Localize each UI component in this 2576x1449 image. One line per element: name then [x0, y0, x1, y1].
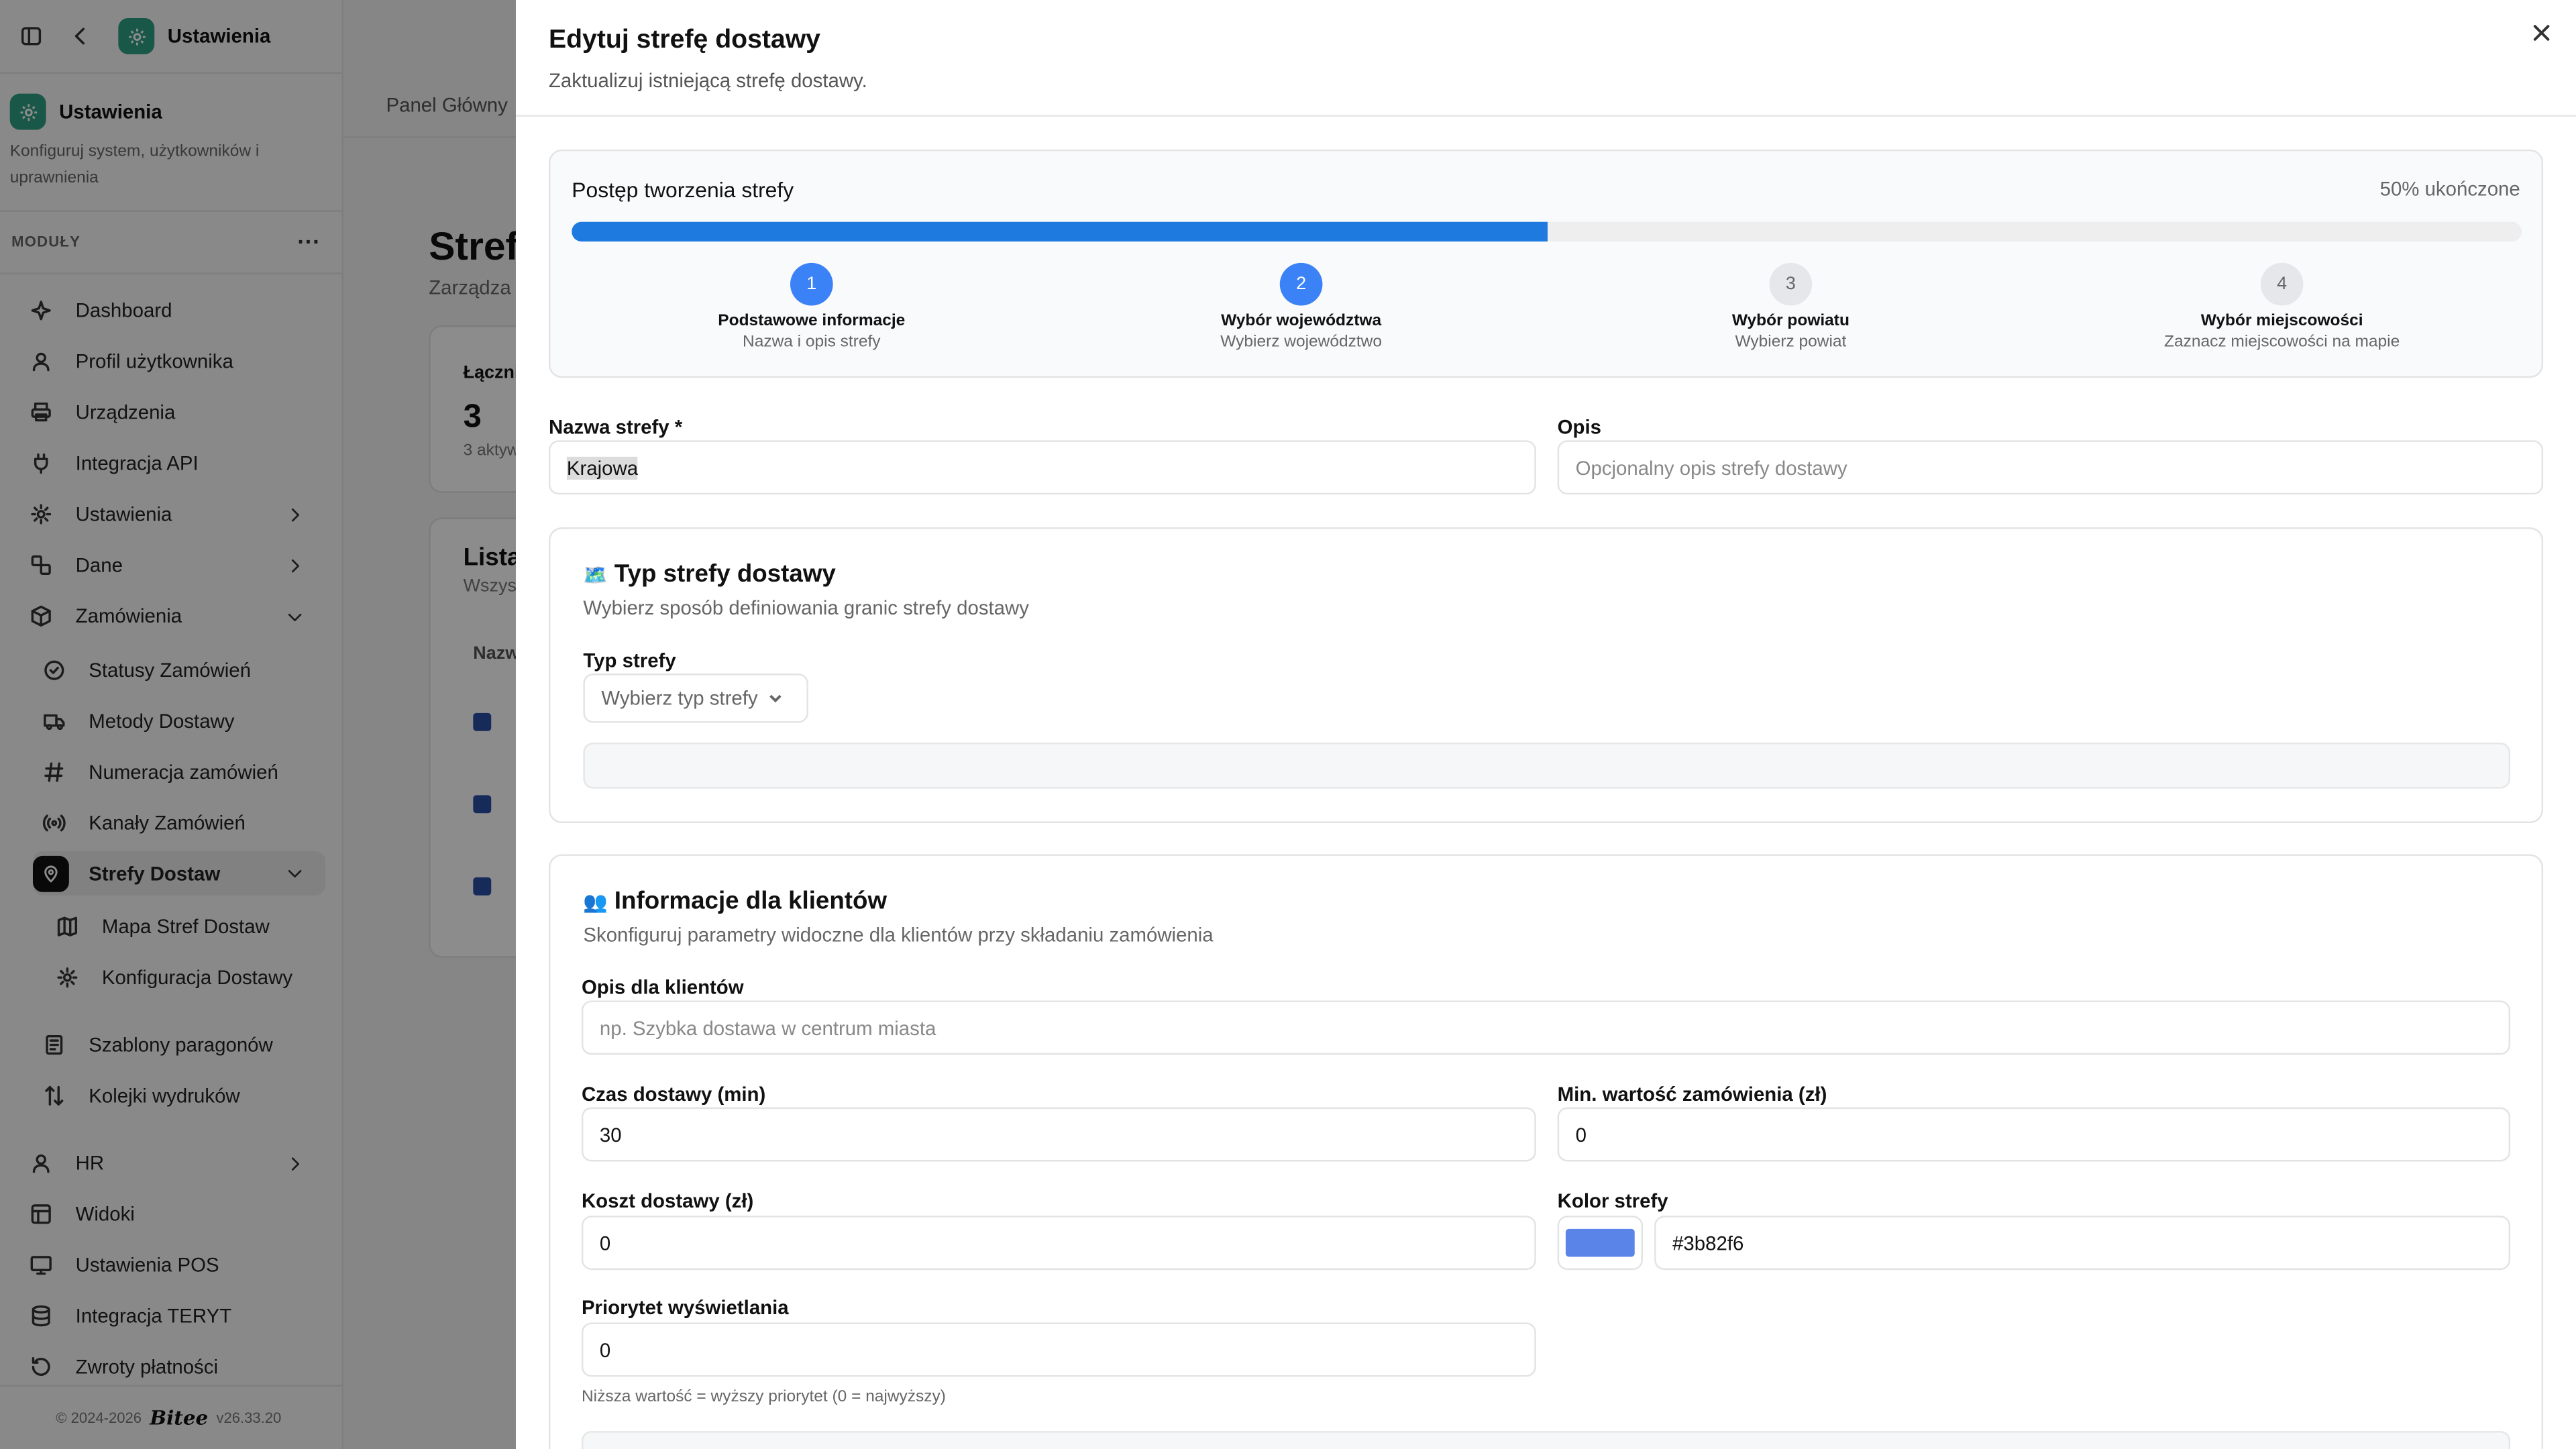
close-icon[interactable] — [2530, 21, 2553, 44]
color-picker[interactable] — [1557, 1216, 1643, 1271]
client-description-input[interactable]: np. Szybka dostawa w centrum miasta — [581, 1000, 2511, 1055]
section-title-text: Informacje dla klientów — [614, 887, 888, 916]
zone-type-select[interactable]: Wybierz typ strefy — [583, 674, 808, 723]
zone-color-label: Kolor strefy — [1557, 1189, 1668, 1213]
delivery-cost-label: Koszt dostawy (zł) — [581, 1189, 754, 1213]
min-order-input[interactable]: 0 — [1557, 1107, 2511, 1162]
users-emoji-icon: 👥 — [583, 890, 608, 913]
step-title: Wybór miejscowości — [2200, 312, 2363, 331]
delivery-cost-input[interactable]: 0 — [581, 1216, 1536, 1271]
map-emoji-icon: 🗺️ — [583, 562, 608, 586]
delivery-time-input[interactable]: 30 — [581, 1107, 1536, 1162]
description-input[interactable]: Opcjonalny opis strefy dostawy — [1557, 440, 2544, 495]
zone-type-description: Wybierz sposób definiowania granic stref… — [583, 596, 1029, 620]
edit-zone-sheet: Edytuj strefę dostawy Zaktualizuj istnie… — [515, 0, 2576, 1449]
step-1: 1 Podstawowe informacje Nazwa i opis stref… — [647, 262, 976, 352]
client-info-title: 👥 Informacje dla klientów — [583, 887, 887, 915]
progress-percent: 50% ukończone — [2379, 177, 2520, 201]
zone-type-title: 🗺️ Typ strefy dostawy — [583, 560, 835, 588]
step-number: 2 — [1279, 262, 1323, 306]
priority-input[interactable]: 0 — [581, 1322, 1536, 1377]
zone-color-input[interactable]: #3b82f6 — [1654, 1216, 2511, 1271]
step-title: Wybór województwa — [1221, 312, 1382, 331]
section-title-text: Typ strefy dostawy — [614, 560, 836, 588]
step-4: 4 Wybór miejscowości Zaznacz miejscowości … — [2118, 262, 2447, 352]
zone-type-content-placeholder — [583, 742, 2511, 789]
zone-type-label: Typ strefy — [583, 649, 676, 672]
step-title: Wybór powiatu — [1731, 312, 1849, 331]
client-info-description: Skonfiguruj parametry widoczne dla klien… — [583, 923, 1214, 947]
step-description: Wybierz województwo — [1220, 333, 1382, 352]
step-description: Wybierz powiat — [1735, 333, 1847, 352]
sheet-subtitle: Zaktualizuj istniejącą strefę dostawy. — [548, 68, 867, 93]
min-order-label: Min. wartość zamówienia (zł) — [1557, 1082, 1827, 1106]
delivery-time-label: Czas dostawy (min) — [581, 1082, 766, 1106]
progress-card: Postęp tworzenia strefy 50% ukończone 1 P… — [548, 149, 2544, 378]
progress-bar — [572, 221, 2522, 242]
zone-type-section: 🗺️ Typ strefy dostawy Wybierz sposób defi… — [548, 527, 2544, 823]
description-label: Opis — [1557, 415, 1601, 439]
step-title: Podstawowe informacje — [718, 312, 906, 331]
client-info-extra-box — [581, 1431, 2511, 1449]
chevron-down-icon — [769, 694, 782, 703]
priority-hint: Niższa wartość = wyższy priorytet (0 = n… — [581, 1388, 946, 1407]
zone-name-value: Krajowa — [566, 455, 639, 479]
zone-name-label: Nazwa strefy * — [548, 415, 683, 439]
zone-name-input[interactable]: Krajowa — [548, 440, 1536, 495]
sheet-title: Edytuj strefę dostawy — [548, 26, 820, 54]
step-description: Zaznacz miejscowości na mapie — [2164, 333, 2400, 352]
progress-bar-fill — [572, 221, 1547, 242]
step-number: 1 — [790, 262, 833, 306]
step-3: 3 Wybór powiatu Wybierz powiat — [1627, 262, 1955, 352]
select-placeholder: Wybierz typ strefy — [601, 686, 758, 710]
step-number: 4 — [2260, 262, 2304, 306]
step-description: Nazwa i opis strefy — [743, 333, 881, 352]
priority-label: Priorytet wyświetlania — [581, 1296, 789, 1320]
color-swatch — [1565, 1228, 1635, 1257]
step-number: 3 — [1769, 262, 1813, 306]
progress-title: Postęp tworzenia strefy — [572, 177, 794, 203]
step-2: 2 Wybór województwa Wybierz województwo — [1137, 262, 1466, 352]
client-description-label: Opis dla klientów — [581, 975, 744, 999]
